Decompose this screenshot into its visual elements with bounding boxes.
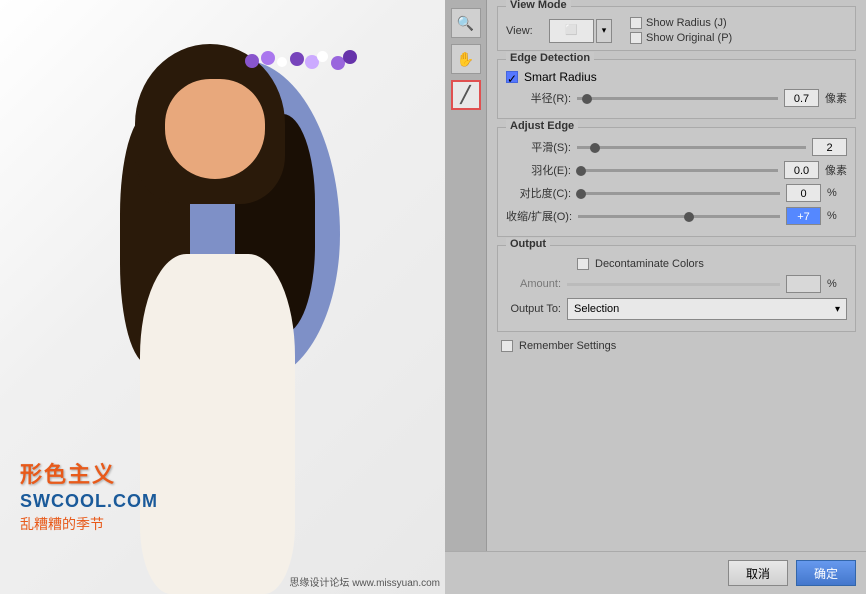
magnifier-tool-button[interactable]: 🔍 [451, 8, 481, 38]
contrast-label: 对比度(C): [506, 185, 571, 201]
amount-slider [567, 283, 780, 286]
contrast-unit: % [827, 187, 847, 199]
shift-edge-row: 收缩/扩展(O): +7 % [506, 207, 847, 225]
contrast-slider[interactable] [577, 192, 780, 195]
output-to-select[interactable]: Selection ▾ [567, 298, 847, 320]
settings-panel: View Mode View: ⬜ ▾ Show Radius (J) [487, 0, 866, 551]
brush-tool-button[interactable]: ╱ [451, 80, 481, 110]
shift-unit: % [827, 210, 847, 222]
cancel-label: 取消 [746, 565, 770, 582]
adjust-edge-label: Adjust Edge [506, 120, 578, 132]
photo-area: 形色主义 SWCOOL.COM 乱糟糟的季节 思缘设计论坛 www.missyu… [0, 0, 445, 594]
radius-value[interactable]: 0.7 [784, 89, 819, 107]
smooth-row: 平滑(S): 2 [506, 138, 847, 156]
ok-button[interactable]: 确定 [796, 560, 856, 586]
feather-slider[interactable] [577, 169, 778, 172]
feather-value[interactable]: 0.0 [784, 161, 819, 179]
remember-checkbox[interactable] [501, 340, 513, 352]
radius-slider[interactable] [577, 97, 778, 100]
show-radius-label: Show Radius (J) [646, 17, 727, 29]
cancel-button[interactable]: 取消 [728, 560, 788, 586]
shift-label: 收缩/扩展(O): [506, 208, 572, 224]
flower-crown [235, 49, 375, 99]
watermark-url: SWCOOL.COM [20, 491, 158, 512]
watermark-subtitle: 乱糟糟的季节 [20, 514, 158, 534]
decontaminate-checkbox[interactable] [577, 258, 589, 270]
radius-row: 半径(R): 0.7 像素 [506, 89, 847, 107]
smart-radius-label: Smart Radius [524, 70, 597, 84]
smooth-thumb[interactable] [590, 143, 600, 153]
ok-label: 确定 [814, 565, 838, 582]
brush-icon: ╱ [461, 85, 471, 105]
body-dress [140, 254, 295, 594]
smart-radius-checkbox[interactable]: ✓ [506, 71, 518, 83]
output-to-label: Output To: [506, 303, 561, 315]
edge-detection-label: Edge Detection [506, 52, 594, 64]
show-original-checkbox[interactable] [630, 32, 642, 44]
toolbar-strip: 🔍 ✋ ╱ [445, 0, 487, 551]
output-to-value: Selection [574, 303, 619, 315]
view-checkboxes: Show Radius (J) Show Original (P) [630, 17, 732, 44]
smooth-value[interactable]: 2 [812, 138, 847, 156]
output-to-arrow[interactable]: ▾ [835, 304, 840, 315]
view-label: View: [506, 25, 541, 37]
remember-settings-row[interactable]: Remember Settings [497, 340, 856, 352]
radius-label: 半径(R): [506, 90, 571, 106]
magnifier-icon: 🔍 [457, 15, 474, 32]
smooth-label: 平滑(S): [506, 139, 571, 155]
hand-tool-button[interactable]: ✋ [451, 44, 481, 74]
flower-8 [343, 50, 357, 64]
feather-thumb[interactable] [576, 166, 586, 176]
shift-value[interactable]: +7 [786, 207, 821, 225]
watermark-area: 形色主义 SWCOOL.COM 乱糟糟的季节 [20, 457, 158, 534]
hand-icon: ✋ [457, 51, 474, 68]
show-original-row[interactable]: Show Original (P) [630, 32, 732, 44]
amount-label: Amount: [506, 278, 561, 290]
flower-3 [277, 57, 287, 67]
right-panel: 🔍 ✋ ╱ View Mode View: ⬜ ▾ [445, 0, 866, 594]
feather-unit: 像素 [825, 162, 847, 178]
show-radius-row[interactable]: Show Radius (J) [630, 17, 732, 29]
view-dropdown[interactable]: ⬜ ▾ [549, 19, 612, 43]
bottom-bar: 取消 确定 [445, 551, 866, 594]
output-to-row: Output To: Selection ▾ [506, 298, 847, 320]
view-mode-label: View Mode [506, 0, 571, 11]
radius-thumb[interactable] [582, 94, 592, 104]
smooth-slider[interactable] [577, 146, 806, 149]
amount-value [786, 275, 821, 293]
decontaminate-row[interactable]: Decontaminate Colors [506, 258, 847, 270]
view-select-box[interactable]: ⬜ [549, 19, 594, 43]
shift-slider[interactable] [578, 215, 780, 218]
adjust-edge-section: Adjust Edge 平滑(S): 2 羽化(E): [497, 127, 856, 237]
face [165, 79, 265, 179]
watermark-title: 形色主义 [20, 457, 158, 489]
decontaminate-label: Decontaminate Colors [595, 258, 704, 270]
watermark-site: 思缘设计论坛 www.missyuan.com [289, 574, 440, 589]
view-mode-section: View Mode View: ⬜ ▾ Show Radius (J) [497, 6, 856, 51]
feather-row: 羽化(E): 0.0 像素 [506, 161, 847, 179]
amount-row: Amount: % [506, 275, 847, 293]
contrast-row: 对比度(C): 0 % [506, 184, 847, 202]
edge-detection-section: Edge Detection ✓ Smart Radius 半径(R): 0.7… [497, 59, 856, 119]
show-radius-checkbox[interactable] [630, 17, 642, 29]
smart-radius-row[interactable]: ✓ Smart Radius [506, 70, 847, 84]
flower-6 [317, 51, 328, 62]
output-section: Output Decontaminate Colors Amount: [497, 245, 856, 332]
radius-unit: 像素 [825, 90, 847, 106]
flower-2 [261, 51, 275, 65]
panel-with-toolbar: 🔍 ✋ ╱ View Mode View: ⬜ ▾ [445, 0, 866, 551]
view-dropdown-arrow[interactable]: ▾ [596, 19, 612, 43]
amount-unit: % [827, 278, 847, 290]
output-label: Output [506, 238, 550, 250]
flower-1 [245, 54, 259, 68]
flower-4 [290, 52, 304, 66]
remember-label: Remember Settings [519, 340, 616, 352]
contrast-value[interactable]: 0 [786, 184, 821, 202]
view-icon: ⬜ [565, 25, 577, 36]
contrast-thumb[interactable] [576, 189, 586, 199]
feather-label: 羽化(E): [506, 162, 571, 178]
show-original-label: Show Original (P) [646, 32, 732, 44]
shift-thumb[interactable] [684, 212, 694, 222]
